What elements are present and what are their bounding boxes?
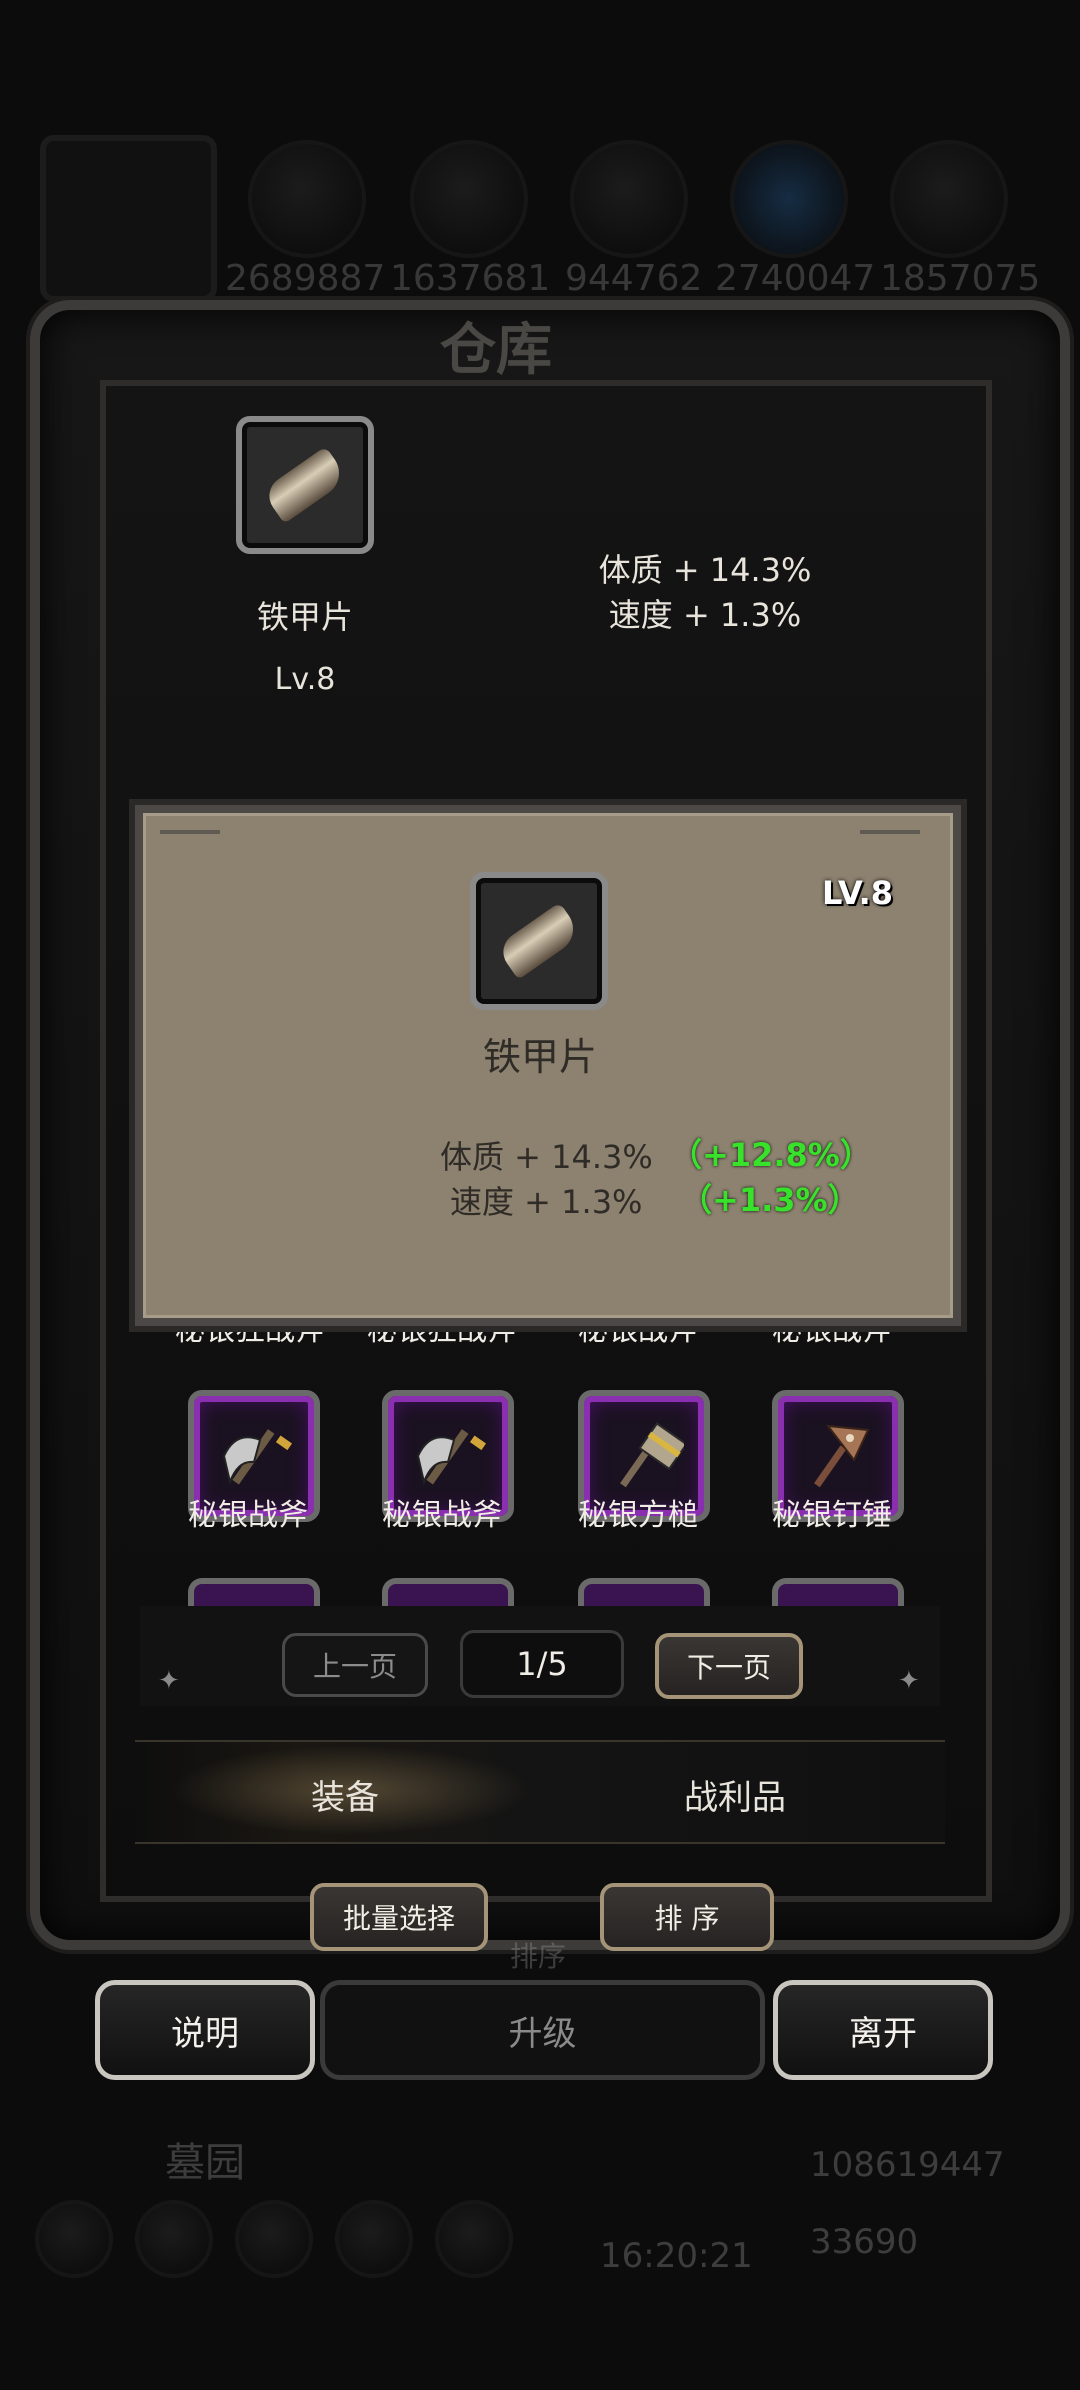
tab-equipment[interactable]: 装备 — [270, 1770, 420, 1819]
help-button[interactable]: 说明 — [95, 1980, 315, 2080]
clock-text: 16:20:21 — [600, 2236, 753, 2276]
mace-icon — [814, 1424, 870, 1488]
armor-plate-icon — [261, 446, 349, 524]
menu-icon — [35, 2200, 113, 2278]
resource-value: 2689887 — [225, 258, 386, 299]
card-stat-speed: 速度 + 1.3% — [450, 1183, 643, 1221]
sort-button[interactable]: 排 序 — [600, 1883, 774, 1951]
item-label: 秘银方槌 — [578, 1498, 698, 1533]
selected-item-name: 铁甲片 — [256, 598, 353, 636]
card-bonus-speed: （+1.3%） — [680, 1181, 860, 1219]
prev-page-button[interactable]: 上一页 — [282, 1633, 428, 1697]
page-indicator: 1/5 — [460, 1630, 624, 1698]
leave-button[interactable]: 离开 — [773, 1980, 993, 2080]
card-bonus-constitution: （+12.8%） — [670, 1136, 872, 1174]
warehouse-title: 仓库 — [440, 318, 552, 383]
card-corner — [860, 830, 920, 854]
selected-item-level: Lv.8 — [274, 662, 336, 697]
area-name: 墓园 — [165, 2140, 245, 2186]
batch-select-button[interactable]: 批量选择 — [310, 1883, 488, 1951]
gold-value: 108619447 — [810, 2145, 1005, 2185]
axe-icon — [416, 1429, 487, 1486]
upgrade-button[interactable]: 升级 — [320, 1980, 765, 2080]
selected-stat-constitution: 体质 + 14.3% — [598, 551, 812, 589]
sort-ghost-label: 排序 — [510, 1940, 567, 1973]
resource-icon — [890, 140, 1008, 258]
resource-icon — [730, 140, 848, 258]
card-stat-constitution: 体质 + 14.3% — [440, 1138, 653, 1176]
avatar — [40, 135, 217, 302]
armor-plate-icon — [495, 902, 583, 980]
resource-value: 1857075 — [880, 258, 1041, 299]
item-label: 秘银钉锤 — [772, 1498, 892, 1533]
selected-stat-speed: 速度 + 1.3% — [608, 596, 802, 634]
selected-item-slot[interactable] — [236, 416, 374, 554]
resource-icon — [410, 140, 528, 258]
resource-value: 1637681 — [390, 258, 551, 299]
resource-icon — [570, 140, 688, 258]
card-level: LV.8 — [822, 874, 894, 912]
sparkle-icon: ✦ — [158, 1666, 180, 1696]
hammer-icon — [620, 1422, 684, 1488]
item-label: 秘银战斧 — [188, 1498, 308, 1533]
menu-icon — [435, 2200, 513, 2278]
tab-loot[interactable]: 战利品 — [660, 1770, 810, 1819]
resource-value: 2740047 — [715, 258, 876, 299]
menu-icon — [235, 2200, 313, 2278]
resource-value: 944762 — [565, 258, 703, 299]
gem-value: 33690 — [810, 2222, 919, 2262]
sparkle-icon: ✦ — [898, 1666, 920, 1696]
card-corner — [160, 830, 220, 854]
card-item-name: 铁甲片 — [482, 1035, 597, 1079]
item-label: 秘银战斧 — [382, 1498, 502, 1533]
axe-icon — [222, 1429, 293, 1486]
menu-icon — [135, 2200, 213, 2278]
card-item-slot — [470, 872, 608, 1010]
menu-icon — [335, 2200, 413, 2278]
resource-icon — [248, 140, 366, 258]
next-page-button[interactable]: 下一页 — [655, 1633, 803, 1699]
